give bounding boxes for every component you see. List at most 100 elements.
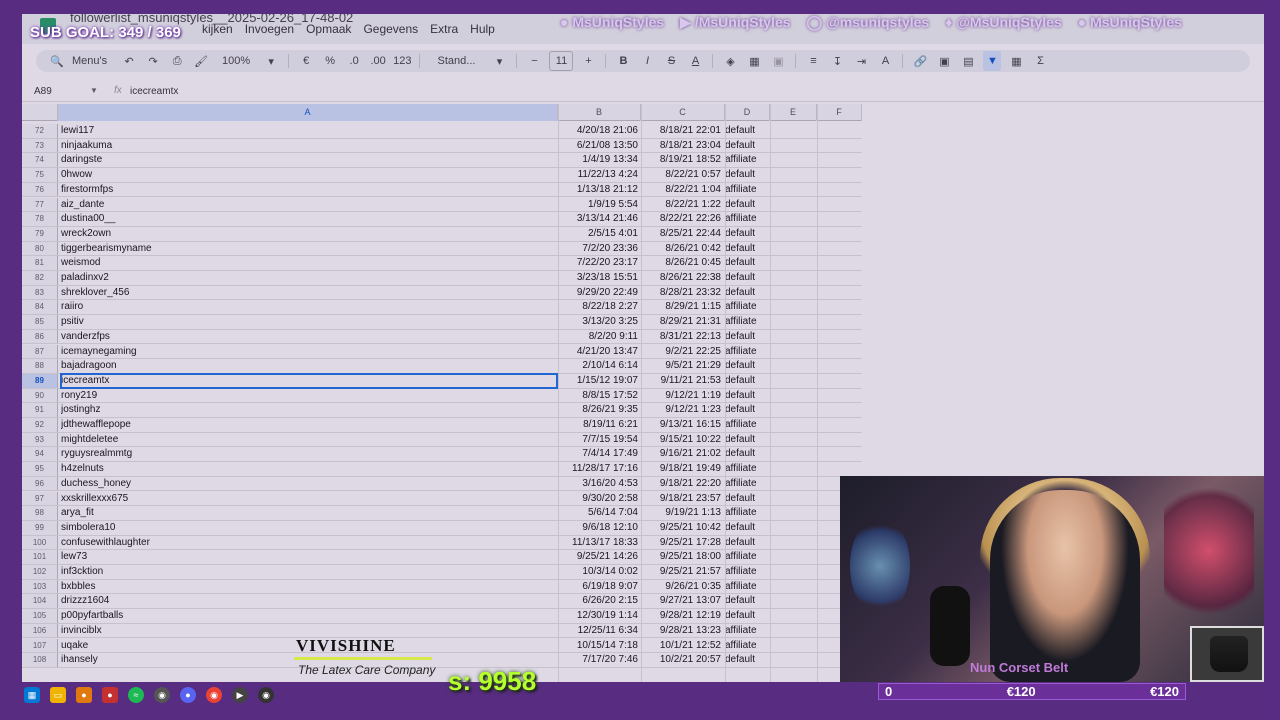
chevron-down-icon[interactable]: ▾ [262, 51, 280, 71]
cell-type[interactable]: affiliate [725, 550, 770, 564]
filter-views-icon[interactable]: ▦ [1007, 51, 1025, 71]
menu-tools[interactable]: Extra [430, 22, 458, 36]
cell-created[interactable]: 7/22/20 23:17 [558, 256, 640, 270]
cell-followed[interactable]: 8/22/21 1:22 [641, 198, 723, 212]
cell-created[interactable]: 5/6/14 7:04 [558, 506, 640, 520]
cell-followed[interactable]: 8/26/21 22:38 [641, 271, 723, 285]
menu-format[interactable]: Opmaak [306, 22, 351, 36]
cell-followed[interactable]: 9/26/21 0:35 [641, 580, 723, 594]
chrome-icon[interactable]: ◉ [206, 687, 222, 703]
cell-followed[interactable]: 9/25/21 18:00 [641, 550, 723, 564]
cell-type[interactable]: affiliate [725, 300, 770, 314]
cell-followed[interactable]: 10/1/21 12:52 [641, 639, 723, 653]
insert-chart-icon[interactable]: ▤ [959, 51, 977, 71]
cell-created[interactable]: 12/25/11 6:34 [558, 624, 640, 638]
cell-created[interactable]: 8/2/20 9:11 [558, 330, 640, 344]
align-horizontal-icon[interactable]: ≡ [804, 51, 822, 71]
cell-type[interactable]: affiliate [725, 565, 770, 579]
column-header-b[interactable]: B [558, 104, 641, 121]
number-format-button[interactable]: 123 [393, 51, 411, 71]
cell-created[interactable]: 4/20/18 21:06 [558, 124, 640, 138]
cell-created[interactable]: 12/30/19 1:14 [558, 609, 640, 623]
row-number[interactable]: 93 [22, 432, 58, 447]
text-color-icon[interactable]: A [686, 51, 704, 71]
cell-created[interactable]: 11/28/17 17:16 [558, 462, 640, 476]
cell-type[interactable]: default [725, 330, 770, 344]
cell-username[interactable]: psitiv [61, 315, 557, 329]
windows-start-icon[interactable]: ▦ [24, 687, 40, 703]
menu-data[interactable]: Gegevens [363, 22, 418, 36]
cell-type[interactable]: default [725, 609, 770, 623]
cell-type[interactable]: default [725, 139, 770, 153]
cell-created[interactable]: 9/25/21 14:26 [558, 550, 640, 564]
percent-format-button[interactable]: % [321, 51, 339, 71]
cell-username[interactable]: simbolera10 [61, 521, 557, 535]
increase-decimal-button[interactable]: .00 [369, 51, 387, 71]
cell-followed[interactable]: 9/25/21 21:57 [641, 565, 723, 579]
cell-followed[interactable]: 9/12/21 1:23 [641, 403, 723, 417]
insert-comment-icon[interactable]: ▣ [935, 51, 953, 71]
cell-type[interactable]: affiliate [725, 153, 770, 167]
redo-icon[interactable]: ↷ [144, 51, 162, 71]
row-number[interactable]: 98 [22, 506, 58, 520]
cell-type[interactable]: default [725, 271, 770, 285]
cell-created[interactable]: 1/13/18 21:12 [558, 183, 640, 197]
row-number[interactable]: 74 [22, 153, 58, 168]
cell-followed[interactable]: 9/28/21 13:23 [641, 624, 723, 638]
cell-type[interactable]: affiliate [725, 506, 770, 520]
cell-followed[interactable]: 9/19/21 1:13 [641, 506, 723, 520]
cell-type[interactable]: default [725, 447, 770, 461]
cell-type[interactable]: default [725, 594, 770, 608]
cell-followed[interactable]: 8/28/21 23:32 [641, 286, 723, 300]
menu-insert[interactable]: Invoegen [245, 22, 294, 36]
row-number[interactable]: 95 [22, 462, 58, 476]
cell-followed[interactable]: 8/18/21 23:04 [641, 139, 723, 153]
row-number[interactable]: 72 [22, 124, 58, 138]
column-header-f[interactable]: F [817, 104, 862, 121]
cell-created[interactable]: 7/4/14 17:49 [558, 447, 640, 461]
fill-color-icon[interactable]: ◈ [721, 51, 739, 71]
cell-followed[interactable]: 8/29/21 1:15 [641, 300, 723, 314]
zoom-select[interactable]: 100% [216, 51, 256, 71]
cell-created[interactable]: 8/8/15 17:52 [558, 389, 640, 403]
cell-username[interactable]: daringste [61, 153, 557, 167]
row-number[interactable]: 91 [22, 403, 58, 417]
cell-followed[interactable]: 8/22/21 1:04 [641, 183, 723, 197]
cell-username[interactable]: aiz_dante [61, 198, 557, 212]
cell-followed[interactable]: 8/25/21 22:44 [641, 227, 723, 241]
cell-followed[interactable]: 9/18/21 19:49 [641, 462, 723, 476]
borders-icon[interactable]: ▦ [745, 51, 763, 71]
cell-created[interactable]: 1/4/19 13:34 [558, 153, 640, 167]
cell-type[interactable]: affiliate [725, 639, 770, 653]
cell-type[interactable]: default [725, 536, 770, 550]
cell-followed[interactable]: 8/22/21 0:57 [641, 168, 723, 182]
cell-username[interactable]: drizzz1604 [61, 594, 557, 608]
cell-created[interactable]: 7/2/20 23:36 [558, 242, 640, 256]
cell-username[interactable]: duchess_honey [61, 477, 557, 491]
cell-username[interactable]: jostinghz [61, 403, 557, 417]
cell-username[interactable]: shreklover_456 [61, 286, 557, 300]
cell-followed[interactable]: 8/26/21 0:45 [641, 256, 723, 270]
search-icon[interactable]: 🔍 [48, 51, 66, 71]
cell-username[interactable]: confusewithlaughter [61, 536, 557, 550]
cell-followed[interactable]: 8/26/21 0:42 [641, 242, 723, 256]
cell-followed[interactable]: 9/25/21 10:42 [641, 521, 723, 535]
cell-created[interactable]: 11/22/13 4:24 [558, 168, 640, 182]
italic-icon[interactable]: I [638, 51, 656, 71]
cell-created[interactable]: 7/17/20 7:46 [558, 653, 640, 667]
row-number[interactable]: 83 [22, 285, 58, 300]
cell-username[interactable]: lew73 [61, 550, 557, 564]
sheet-grid[interactable]: ABCDEF 72 lewi117 4/20/18 21:06 8/18/21 22:… [22, 104, 862, 682]
cell-type[interactable]: default [725, 389, 770, 403]
cell-followed[interactable]: 9/15/21 10:22 [641, 433, 723, 447]
row-number[interactable]: 76 [22, 182, 58, 197]
cell-followed[interactable]: 9/2/21 22:25 [641, 345, 723, 359]
cell-username[interactable]: inf3cktion [61, 565, 557, 579]
functions-icon[interactable]: Σ [1031, 51, 1049, 71]
spotify-icon[interactable]: ≈ [128, 687, 144, 703]
cell-created[interactable]: 4/21/20 13:47 [558, 345, 640, 359]
row-number[interactable]: 105 [22, 609, 58, 623]
row-number[interactable]: 108 [22, 653, 58, 667]
cell-type[interactable]: default [725, 653, 770, 667]
cell-followed[interactable]: 8/19/21 18:52 [641, 153, 723, 167]
